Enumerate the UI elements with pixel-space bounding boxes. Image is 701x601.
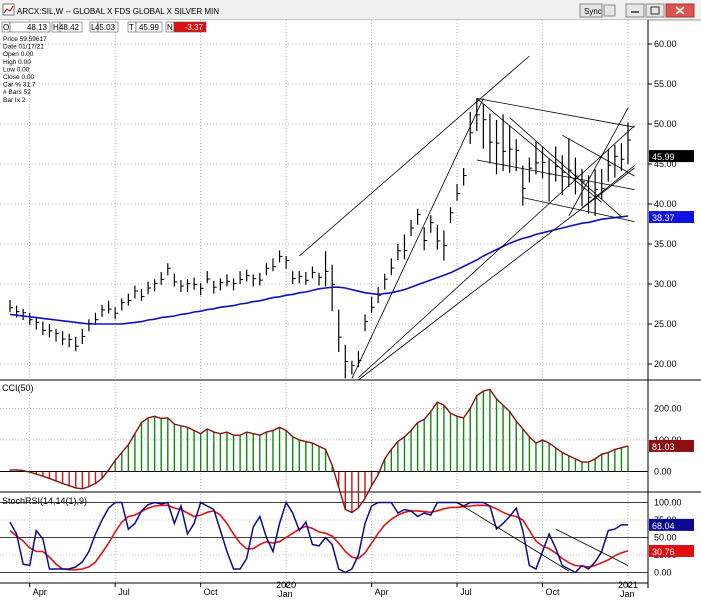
x-tick-label: Apr	[375, 587, 389, 597]
info-line: Close 0.00	[3, 74, 34, 81]
info-line: Bar Ix 2	[3, 97, 26, 104]
maximize-button[interactable]	[645, 3, 665, 18]
info-line: Open 0.00	[3, 51, 34, 58]
stochrsi-title: StochRSI(14,14(1),9)	[2, 496, 87, 506]
y-tick-label: 20.00	[654, 359, 677, 369]
minimize-button[interactable]	[625, 3, 645, 18]
x-tick-label: Jan	[278, 589, 293, 599]
cci-title: CCI(50)	[2, 383, 34, 393]
y-tick-label: 30.00	[654, 279, 677, 289]
y-tick-label: 60.00	[654, 39, 677, 49]
info-line: Date 01/17/21	[3, 44, 44, 51]
info-line: # Bars 52	[3, 89, 31, 96]
cci-tick-label: 200.00	[654, 403, 682, 413]
sync-label: Sync	[584, 7, 602, 16]
y-tick-label: 55.00	[654, 79, 677, 89]
ohlc-value: 45.03	[95, 23, 116, 32]
ma-last-tag: 38.37	[652, 213, 675, 223]
ohlc-label: O	[3, 23, 9, 32]
info-line: Car % 31.7	[3, 82, 36, 89]
ohlc-value: 48.42	[59, 23, 80, 32]
ohlc-label: N	[167, 23, 173, 32]
stoch-tick-label: 100.00	[654, 498, 682, 508]
y-tick-label: 25.00	[654, 319, 677, 329]
x-tick-label: Jul	[460, 587, 472, 597]
x-tick-label: Jul	[118, 587, 130, 597]
x-tick-label: Oct	[546, 587, 561, 597]
ohlc-value: 48.13	[27, 23, 48, 32]
ohlc-value: -3.37	[185, 23, 204, 32]
x-tick-label: Apr	[33, 587, 47, 597]
y-tick-label: 35.00	[654, 239, 677, 249]
price-last-tag: 45.99	[652, 152, 675, 162]
ohlc-value: 45.99	[139, 23, 160, 32]
x-tick-label: Oct	[204, 587, 219, 597]
stoch-tick-label: 50.00	[654, 533, 677, 543]
x-tick-label: Jan	[620, 589, 635, 599]
chart-svg: ARCX:SIL,W -- GLOBAL X FDS GLOBAL X SILV…	[0, 0, 701, 599]
y-tick-label: 40.00	[654, 199, 677, 209]
y-tick-label: 50.00	[654, 119, 677, 129]
info-line: Low 0.00	[3, 66, 30, 73]
cci-last-tag: 81.03	[652, 442, 675, 452]
stoch-d-last-tag: 30.76	[652, 547, 675, 557]
cci-tick-label: 0.00	[654, 466, 672, 476]
ohlc-label: T	[129, 23, 134, 32]
window-title: ARCX:SIL,W -- GLOBAL X FDS GLOBAL X SILV…	[17, 7, 219, 16]
lock-icon[interactable]	[603, 4, 616, 17]
stoch-k-last-tag: 68.04	[652, 521, 675, 531]
info-line: Price 59.59617	[3, 36, 47, 43]
stoch-tick-label: 0.00	[654, 568, 672, 578]
info-line: High 0.00	[3, 59, 31, 66]
